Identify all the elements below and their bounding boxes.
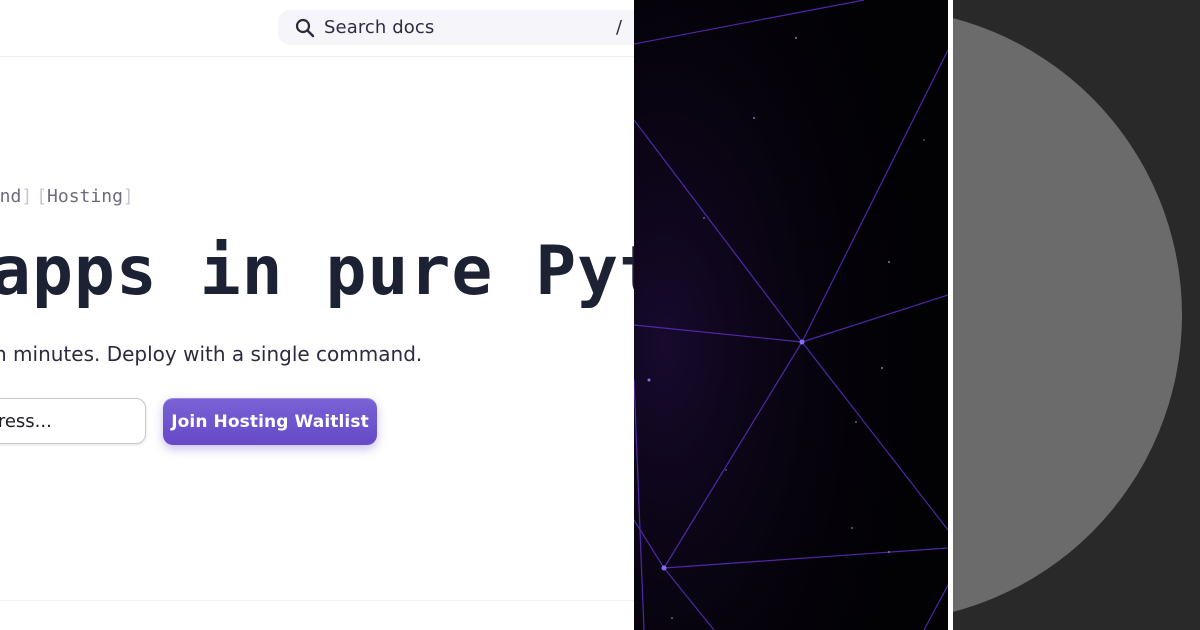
tag-hosting: [Hosting] — [36, 186, 134, 207]
hero-subtitle: n minutes. Deploy with a single command. — [0, 342, 423, 366]
search-placeholder: Search docs — [324, 17, 435, 38]
star — [753, 117, 755, 119]
search-shortcut-key: / — [616, 17, 623, 38]
circle-graphic-panel — [953, 0, 1200, 630]
star — [725, 469, 727, 471]
search-box[interactable]: Search docs / — [278, 10, 634, 45]
tag-bracket-close: ] — [122, 186, 134, 207]
tag-backend: kend] — [0, 186, 32, 207]
gray-circle — [953, 18, 1182, 612]
hero-title: apps in pure Pyt — [0, 232, 634, 311]
top-header: Search docs / — [0, 0, 634, 57]
tag-label: kend — [0, 186, 22, 207]
star — [881, 367, 883, 369]
tag-bracket-close: ] — [21, 186, 33, 207]
star — [888, 261, 890, 263]
network-node — [799, 339, 805, 345]
email-input[interactable]: ddress... — [0, 398, 146, 444]
network-graphic-panel — [634, 0, 948, 630]
network-node — [647, 378, 651, 382]
tag-label: Hosting — [47, 186, 123, 207]
network-graphic — [634, 0, 948, 630]
star — [795, 37, 797, 39]
section-divider — [0, 600, 634, 601]
network-node — [661, 565, 667, 571]
star — [855, 421, 857, 423]
star — [888, 551, 890, 553]
star — [851, 527, 853, 529]
page-canvas: Search docs / kend][Hosting] apps in pur… — [0, 0, 1200, 630]
circle-graphic — [953, 18, 1182, 612]
background-glow — [634, 0, 948, 630]
star — [703, 217, 705, 219]
website-panel: Search docs / kend][Hosting] apps in pur… — [0, 0, 634, 630]
hero-tags: kend][Hosting] — [0, 186, 138, 207]
star — [671, 617, 673, 619]
search-icon — [294, 17, 316, 39]
tag-bracket-open: [ — [36, 186, 48, 207]
join-waitlist-button[interactable]: Join Hosting Waitlist — [163, 398, 377, 445]
star — [923, 139, 925, 141]
